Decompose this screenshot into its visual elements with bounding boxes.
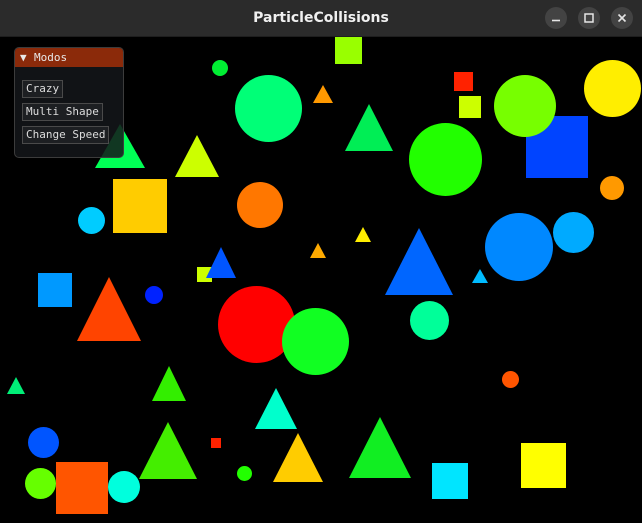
particle-square bbox=[38, 273, 72, 307]
particle-triangle bbox=[313, 85, 333, 103]
particle-triangle bbox=[139, 422, 197, 479]
particle-circle bbox=[235, 75, 302, 142]
close-icon bbox=[617, 13, 627, 23]
particle-circle bbox=[485, 213, 553, 281]
particle-triangle bbox=[273, 433, 323, 482]
particle-square bbox=[521, 443, 566, 488]
particle-circle bbox=[237, 182, 283, 228]
particle-triangle bbox=[472, 269, 488, 283]
particle-circle bbox=[494, 75, 556, 137]
particle-triangle bbox=[349, 417, 411, 478]
particle-triangle bbox=[7, 377, 25, 394]
particle-circle bbox=[600, 176, 624, 200]
particle-triangle bbox=[345, 104, 393, 151]
particle-triangle bbox=[310, 243, 326, 258]
particle-circle bbox=[502, 371, 519, 388]
multi-shape-button[interactable]: Multi Shape bbox=[22, 103, 103, 121]
panel-header[interactable]: ▼ Modos bbox=[15, 48, 123, 67]
particle-circle bbox=[409, 123, 482, 196]
particle-circle bbox=[145, 286, 163, 304]
particle-triangle bbox=[175, 135, 219, 177]
close-button[interactable] bbox=[611, 7, 633, 29]
panel-title: Modos bbox=[34, 51, 68, 64]
particle-square bbox=[459, 96, 481, 118]
particle-triangle bbox=[206, 247, 236, 278]
particle-triangle bbox=[385, 228, 453, 295]
particle-square bbox=[113, 179, 167, 233]
particle-circle bbox=[28, 427, 59, 458]
modes-panel: ▼ Modos Crazy Multi Shape Change Speed bbox=[14, 47, 124, 158]
particle-circle bbox=[212, 60, 228, 76]
title-bar: ParticleCollisions bbox=[0, 0, 642, 37]
crazy-button[interactable]: Crazy bbox=[22, 80, 64, 98]
maximize-icon bbox=[584, 13, 594, 23]
particle-circle bbox=[584, 60, 641, 117]
particle-triangle bbox=[152, 366, 186, 401]
maximize-button[interactable] bbox=[578, 7, 600, 29]
particle-square bbox=[454, 72, 473, 91]
particle-triangle bbox=[355, 227, 371, 242]
particle-circle bbox=[282, 308, 349, 375]
particle-circle bbox=[78, 207, 105, 234]
particle-square bbox=[211, 438, 221, 448]
particle-square bbox=[335, 37, 362, 64]
minimize-icon bbox=[552, 19, 560, 22]
particle-circle bbox=[237, 466, 252, 481]
triangle-down-icon[interactable]: ▼ bbox=[20, 48, 27, 67]
particle-triangle bbox=[77, 277, 141, 341]
particle-triangle bbox=[255, 388, 297, 429]
minimize-button[interactable] bbox=[545, 7, 567, 29]
particle-circle bbox=[108, 471, 140, 503]
particle-circle bbox=[25, 468, 56, 499]
particle-square bbox=[432, 463, 468, 499]
particle-circle bbox=[410, 301, 449, 340]
particle-circle bbox=[553, 212, 594, 253]
particle-square bbox=[56, 462, 108, 514]
change-speed-button[interactable]: Change Speed bbox=[22, 126, 110, 144]
